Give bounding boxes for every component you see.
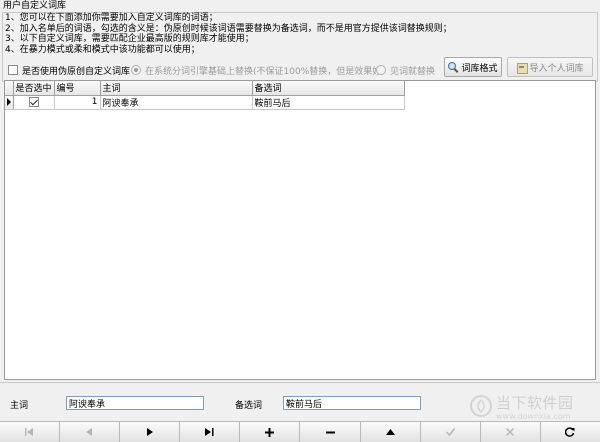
alt-word-input[interactable]: [283, 396, 421, 410]
cancel-record-button[interactable]: [480, 422, 541, 442]
see-replace-radio[interactable]: [376, 65, 386, 75]
magnifier-icon: [448, 61, 459, 73]
use-custom-dict-label: 是否使用伪原创自定义词库: [22, 66, 131, 77]
instruction-line-3: 3、以下自定义词库，需要匹配企业最高版的规则库才能使用；: [5, 34, 254, 44]
last-record-button[interactable]: [180, 422, 241, 442]
prior-record-icon: [86, 428, 93, 436]
last-record-icon: [205, 428, 214, 436]
table-header-row: 是否选中 编号 主词 备选词: [5, 81, 405, 96]
refresh-button[interactable]: [540, 422, 600, 442]
import-icon: [516, 62, 529, 74]
current-row-arrow-icon: [7, 97, 11, 106]
system-replace-radio[interactable]: [131, 65, 141, 75]
divider: [0, 382, 600, 383]
dictionary-grid[interactable]: 是否选中 编号 主词 备选词 1 阿谀奉承 鞍前马后: [4, 80, 596, 380]
dict-format-button[interactable]: 词库格式: [444, 57, 502, 77]
dictionary-table: 是否选中 编号 主词 备选词 1 阿谀奉承 鞍前马后: [5, 81, 405, 110]
dict-format-label: 词库格式: [461, 63, 498, 74]
insert-record-button[interactable]: [240, 422, 301, 442]
first-record-icon: [25, 428, 34, 436]
see-replace-label: 见词就替换: [390, 66, 436, 77]
table-row[interactable]: 1 阿谀奉承 鞍前马后: [5, 95, 405, 110]
main-word-input[interactable]: [66, 396, 204, 410]
row-indicator: [5, 95, 14, 110]
first-record-button[interactable]: [0, 422, 61, 442]
cell-main[interactable]: 阿谀奉承: [100, 95, 253, 110]
system-replace-label: 在系统分词引擎基础上替换(不保证100%替换，但是效果好): [145, 66, 385, 77]
watermark-subtext: www.downxia.com: [496, 411, 571, 421]
use-custom-dict-checkbox[interactable]: [8, 65, 18, 75]
alt-word-label: 备选词: [235, 401, 263, 411]
next-record-icon: [147, 428, 154, 436]
watermark-text: 当下软件园: [496, 393, 574, 412]
refresh-icon: [565, 427, 575, 437]
use-custom-dict-option[interactable]: 是否使用伪原创自定义词库: [8, 64, 131, 77]
triangle-up-icon: [385, 429, 395, 435]
next-record-button[interactable]: [120, 422, 181, 442]
instruction-line-1: 1、您可以在下面添加你需要加入自定义词库的词语；: [5, 13, 218, 23]
cell-alt[interactable]: 鞍前马后: [252, 95, 405, 110]
prior-record-button[interactable]: [60, 422, 121, 442]
watermark: 当下软件园 www.downxia.com: [470, 392, 594, 420]
instructions: 1、您可以在下面添加你需要加入自定义词库的词语； 2、加入名单后的词语，勾选的含…: [5, 13, 595, 55]
cell-id[interactable]: 1: [54, 95, 101, 110]
cancel-x-icon: [506, 428, 515, 436]
delete-record-button[interactable]: [300, 422, 361, 442]
column-header-main[interactable]: 主词: [100, 81, 253, 96]
edit-record-button[interactable]: [360, 422, 421, 442]
column-header-alt[interactable]: 备选词: [252, 81, 405, 96]
see-replace-option[interactable]: 见词就替换: [376, 64, 436, 77]
import-dict-button[interactable]: 导入个人词库: [507, 57, 593, 77]
checkmark-icon: [445, 428, 455, 436]
instruction-line-2: 2、加入名单后的词语，勾选的含义是：伪原创时候该词语需要替换为备选词，而不是用官…: [5, 23, 452, 34]
watermark-logo-icon: [470, 395, 492, 417]
instruction-line-4: 4、在暴力模式或柔和模式中该功能都可以使用；: [5, 44, 200, 55]
main-word-label: 主词: [10, 401, 29, 411]
record-navigator: [0, 421, 600, 442]
column-header-id[interactable]: 编号: [54, 81, 101, 96]
post-record-button[interactable]: [420, 422, 481, 442]
system-replace-option[interactable]: 在系统分词引擎基础上替换(不保证100%替换，但是效果好): [131, 64, 385, 77]
cell-selected[interactable]: [13, 95, 55, 110]
minus-icon: [325, 431, 335, 433]
plus-icon: [265, 427, 275, 437]
row-selected-checkbox[interactable]: [28, 96, 39, 107]
import-dict-label: 导入个人词库: [529, 63, 584, 74]
column-header-selected[interactable]: 是否选中: [13, 81, 55, 96]
row-indicator-header: [5, 81, 14, 96]
